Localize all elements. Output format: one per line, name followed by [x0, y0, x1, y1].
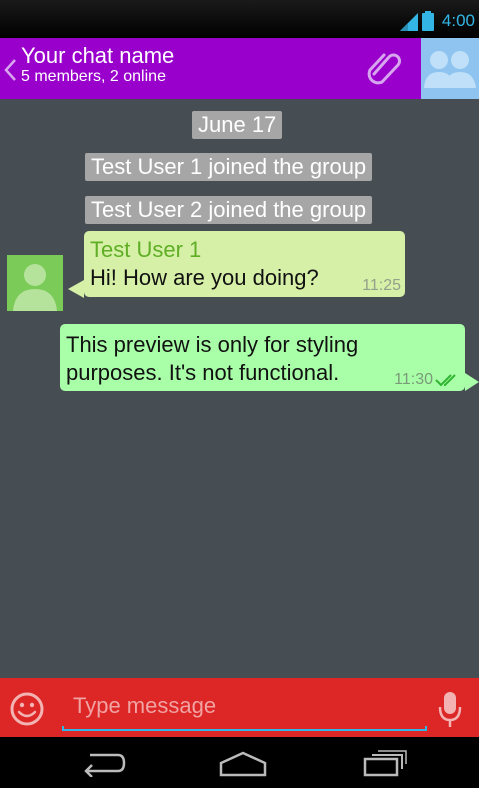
group-icon [424, 51, 476, 88]
message-text: This preview is only for styling purpose… [66, 331, 358, 387]
message-time: 11:25 [362, 277, 401, 294]
smiley-icon[interactable] [10, 692, 44, 726]
person-icon [13, 264, 57, 311]
message-input[interactable] [62, 686, 447, 726]
input-underline [62, 726, 427, 731]
status-icons: 4:00 [399, 11, 475, 31]
incoming-bubble-tail [68, 280, 84, 298]
outgoing-message[interactable]: This preview is only for styling purpose… [60, 324, 465, 391]
paperclip-icon[interactable] [364, 48, 406, 90]
microphone-icon[interactable] [437, 690, 463, 728]
home-icon[interactable] [218, 749, 268, 777]
battery-icon [421, 11, 434, 31]
recent-apps-icon[interactable] [362, 749, 408, 777]
chat-title[interactable]: Your chat name [21, 43, 174, 69]
group-avatar[interactable] [421, 38, 479, 99]
message-line: purposes. It's not functional. [66, 360, 340, 385]
message-text: Hi! How are you doing? [90, 265, 319, 290]
system-message: Test User 2 joined the group [85, 196, 373, 224]
system-nav-bar [0, 737, 479, 788]
chat-subtitle: 5 members, 2 online [21, 68, 166, 85]
signal-icon [399, 13, 418, 31]
message-time: 11:30 [394, 371, 433, 388]
chevron-left-icon[interactable] [3, 58, 17, 82]
status-bar: 4:00 [0, 0, 479, 38]
incoming-message[interactable]: Test User 1 Hi! How are you doing? 11:25 [84, 231, 405, 297]
chat-header: Your chat name 5 members, 2 online [0, 38, 479, 99]
outgoing-bubble-tail [465, 373, 479, 391]
double-check-icon [435, 374, 456, 387]
back-icon[interactable] [80, 749, 126, 777]
composer-bar [0, 678, 479, 737]
system-message: Test User 1 joined the group [85, 153, 373, 181]
date-chip: June 17 [192, 111, 283, 139]
message-list[interactable]: June 17 Test User 1 joined the group Tes… [0, 99, 479, 678]
sender-avatar[interactable] [7, 255, 63, 311]
message-line: This preview is only for styling [66, 332, 359, 357]
sender-name: Test User 1 [90, 237, 202, 262]
status-time: 4:00 [441, 11, 475, 30]
